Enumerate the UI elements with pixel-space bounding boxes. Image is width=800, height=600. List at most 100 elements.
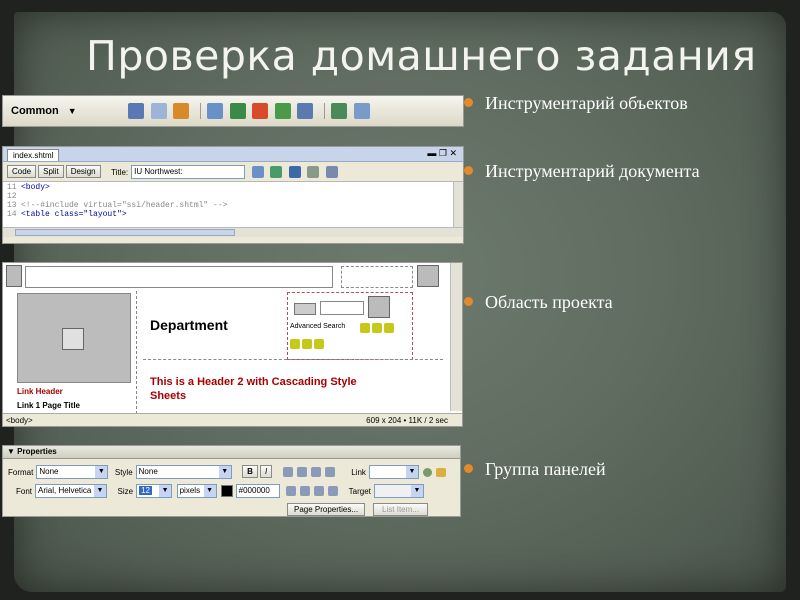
align-center-icon[interactable] [296,467,307,477]
link-page-title[interactable]: Link 1 Page Title [17,401,80,410]
code-text: <!--#include virtual="ssi/header.shtml" … [21,201,228,210]
search-input[interactable] [320,301,364,315]
ssi-icon [372,322,382,333]
properties-row-3: Page Properties... List Item... [287,503,430,516]
refresh-icon[interactable] [307,166,320,178]
color-swatch[interactable] [221,485,234,497]
style-select[interactable]: None ▼ [135,465,232,479]
design-view[interactable]: Department Advanced Search This is a Hea… [2,262,463,427]
properties-panel: ▼ Properties Format None ▼ Style None ▼ BI L… [2,445,461,517]
properties-row-2: Font Arial, Helvetica ▼ Size 12 ▼ pixels ▼ #0… [8,484,424,498]
code-view-button[interactable]: Code [7,165,37,179]
units-select[interactable]: pixels ▼ [176,484,217,498]
placeholder-image-icon [6,265,22,287]
format-label: Format [8,467,34,477]
window-size-status: 609 x 204 • 11K / 2 sec [366,416,448,425]
font-select[interactable]: Arial, Helvetica ▼ [35,484,108,498]
title-input[interactable]: IU Northwest: [131,165,246,179]
style-label: Style [114,467,133,477]
email-link-icon[interactable] [150,103,167,119]
hyperlink-icon[interactable] [128,103,144,119]
properties-header[interactable]: ▼ Properties [3,446,460,459]
size-label: Size [117,486,134,496]
units-value: pixels [179,486,201,495]
bullet-panels: Группа панелей [464,459,606,480]
italic-button[interactable]: I [259,465,273,479]
status-bar: <body> 609 x 204 • 11K / 2 sec [3,413,462,426]
align-right-icon[interactable] [310,467,321,477]
bullet-label: Инструментарий объектов [485,93,688,113]
size-value: 12 [139,486,152,495]
size-select[interactable]: 12 ▼ [136,484,173,498]
title-label: Title: [111,167,129,177]
unordered-list-icon[interactable] [286,486,297,496]
vertical-scrollbar[interactable] [450,263,462,411]
design-view-button[interactable]: Design [65,165,101,179]
collapse-icon: ▼ [7,447,18,456]
code-line: 12 [7,192,459,201]
comment-icon[interactable] [297,103,314,119]
templates-icon[interactable] [331,103,348,119]
line-number: 14 [7,210,17,219]
link-input[interactable]: ▼ [368,465,419,479]
browser-check-icon[interactable] [288,166,301,178]
page-properties-button[interactable]: Page Properties... [287,503,366,516]
code-line: 14 <table class="layout"> [7,210,459,219]
named-anchor-icon[interactable] [173,103,190,119]
server-side-include-icons [360,322,398,333]
insert-category-select[interactable]: Common ▼ [11,105,77,117]
document-tab[interactable]: index.shtml [7,149,60,161]
code-text: <table class="layout"> [21,210,127,219]
bullet-dot-icon [464,297,473,307]
preview-icon[interactable] [270,166,283,178]
media-icon[interactable] [252,103,269,119]
outdent-icon[interactable] [314,486,325,496]
align-left-icon[interactable] [282,467,293,477]
table-icon[interactable] [207,103,224,119]
indent-icon[interactable] [328,486,339,496]
split-view-button[interactable]: Split [38,165,64,179]
format-select[interactable]: None ▼ [36,465,109,479]
layout-cell [25,266,333,288]
tag-selector[interactable]: <body> [6,416,33,425]
advanced-search-link[interactable]: Advanced Search [290,323,345,330]
format-value: None [39,467,59,476]
line-number: 13 [7,201,17,210]
bold-button[interactable]: B [242,465,258,479]
slide-title: Проверка домашнего задания [86,32,757,80]
search-box-region: Advanced Search [287,292,413,360]
point-to-file-icon[interactable] [423,467,433,477]
line-number: 11 [7,183,17,192]
bullet-label: Инструментарий документа [485,161,700,181]
tag-chooser-icon[interactable] [353,103,370,119]
image-icon[interactable] [229,103,246,119]
list-item-button[interactable]: List Item... [373,503,428,516]
scrollbar-thumb[interactable] [15,229,235,236]
horizontal-scrollbar[interactable] [3,227,463,237]
link-label: Link [351,467,366,477]
image-placeholder-icon [62,328,84,350]
color-input[interactable]: #000000 [235,484,280,498]
justify-icon[interactable] [324,467,335,477]
ordered-list-icon[interactable] [300,486,311,496]
chevron-down-icon: ▼ [203,485,216,497]
folder-icon[interactable] [436,467,447,477]
insert-category-label: Common [11,105,59,117]
vertical-scrollbar[interactable] [453,182,463,227]
ssi-icon [314,338,324,349]
ssi-icon [290,338,300,349]
bullet-dot-icon [464,166,473,176]
target-label: Target [348,486,371,496]
placeholder-image-icon [417,265,439,287]
target-select[interactable]: ▼ [373,484,424,498]
date-icon[interactable] [274,103,291,119]
chevron-down-icon: ▼ [159,485,172,497]
code-view[interactable]: 11 <body> 12 13 <!--#include virtual="ssi/… [3,182,463,227]
bullet-label: Группа панелей [485,459,606,479]
ssi-icon [302,338,312,349]
file-management-icon[interactable] [251,166,264,178]
chevron-down-icon: ▼ [405,466,418,478]
code-text: <body> [21,183,50,192]
window-controls[interactable]: ▬ ❐ ✕ [427,148,457,159]
view-options-icon[interactable] [325,166,338,178]
